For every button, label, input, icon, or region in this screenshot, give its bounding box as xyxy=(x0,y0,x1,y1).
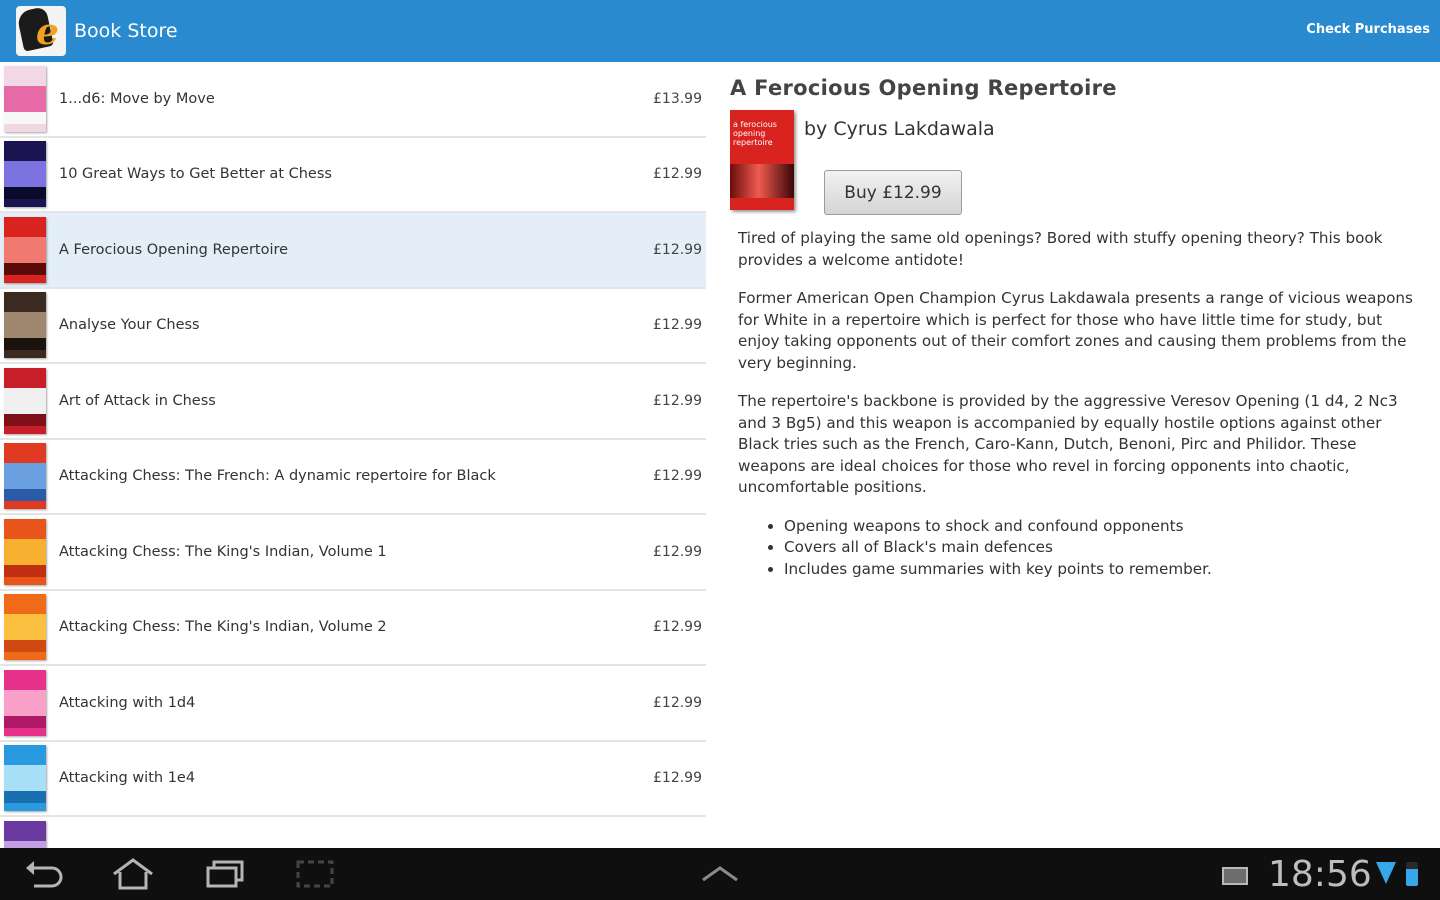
book-title: 1...d6: Move by Move xyxy=(59,90,215,107)
book-cover-thumbnail xyxy=(4,65,46,132)
home-icon[interactable] xyxy=(110,856,156,892)
book-price: £12.99 xyxy=(653,392,702,409)
book-list[interactable]: 1...d6: Move by Move £13.99 10 Great Ways … xyxy=(0,62,706,848)
system-bar: 18:56 xyxy=(0,848,1440,900)
status-clock[interactable]: 18:56 xyxy=(1268,854,1372,895)
book-title: Attacking Chess: The King's Indian, Volu… xyxy=(59,543,387,560)
buy-button[interactable]: Buy £12.99 xyxy=(824,170,962,215)
book-price: £12.99 xyxy=(653,694,702,711)
book-price: £12.99 xyxy=(653,166,702,183)
feature-item: Opening weapons to shock and confound op… xyxy=(784,516,1423,538)
book-price: £12.99 xyxy=(653,317,702,334)
app-title: Book Store xyxy=(74,20,178,42)
book-price: £12.99 xyxy=(653,468,702,485)
screenshot-icon[interactable] xyxy=(292,856,338,892)
book-title: A Ferocious Opening Repertoire xyxy=(59,241,289,258)
book-list-item[interactable]: Attacking Chess: The King's Indian, Volu… xyxy=(0,591,706,666)
book-cover-thumbnail xyxy=(4,443,46,510)
book-cover-thumbnail xyxy=(4,820,46,848)
battery-icon xyxy=(1406,862,1418,886)
book-price: £12.99 xyxy=(653,619,702,636)
description-paragraph: The repertoire's backbone is provided by… xyxy=(738,392,1398,496)
detail-cover-text: a ferocious opening repertoire xyxy=(733,120,777,147)
book-cover-thumbnail xyxy=(4,518,46,585)
check-purchases-button[interactable]: Check Purchases xyxy=(1306,22,1430,37)
book-price: £12.99 xyxy=(653,241,702,258)
book-title: 10 Great Ways to Get Better at Chess xyxy=(59,166,332,183)
wifi-icon xyxy=(1376,862,1396,884)
book-title: Attacking with 1e4 xyxy=(59,770,196,787)
detail-author: by Cyrus Lakdawala xyxy=(804,118,995,140)
feature-list: Opening weapons to shock and confound op… xyxy=(784,516,1423,581)
detail-description: Tired of playing the same old openings? … xyxy=(738,228,1423,580)
book-title: Attacking with 1d4 xyxy=(59,694,196,711)
feature-item: Includes game summaries with key points … xyxy=(784,559,1423,581)
app-logo-icon[interactable]: e xyxy=(16,6,66,56)
book-cover-thumbnail xyxy=(4,216,46,283)
book-list-item[interactable]: Attacking Chess: The French: A dynamic r… xyxy=(0,440,706,515)
book-price: £13.99 xyxy=(653,90,702,107)
detail-cover-image: a ferocious opening repertoire xyxy=(730,110,794,210)
book-title: Art of Attack in Chess xyxy=(59,392,216,409)
book-list-item[interactable] xyxy=(0,817,706,848)
book-cover-thumbnail xyxy=(4,745,46,812)
book-list-item[interactable]: 10 Great Ways to Get Better at Chess £12.… xyxy=(0,138,706,213)
book-list-item[interactable]: A Ferocious Opening Repertoire £12.99 xyxy=(0,213,706,289)
action-bar: e Book Store Check Purchases xyxy=(0,0,1440,62)
book-list-item[interactable]: Art of Attack in Chess £12.99 xyxy=(0,364,706,440)
recent-apps-icon[interactable] xyxy=(204,856,250,892)
detail-title: A Ferocious Opening Repertoire xyxy=(730,76,1117,100)
book-list-item[interactable]: Attacking with 1e4 £12.99 xyxy=(0,742,706,817)
feature-item: Covers all of Black's main defences xyxy=(784,537,1423,559)
chevron-up-icon[interactable] xyxy=(697,856,743,892)
book-list-item[interactable]: Attacking Chess: The King's Indian, Volu… xyxy=(0,515,706,591)
back-icon[interactable] xyxy=(22,856,68,892)
book-list-item[interactable]: Attacking with 1d4 £12.99 xyxy=(0,666,706,742)
book-title: Attacking Chess: The King's Indian, Volu… xyxy=(59,619,387,636)
book-cover-thumbnail xyxy=(4,367,46,434)
book-price: £12.99 xyxy=(653,770,702,787)
book-list-item[interactable]: Analyse Your Chess £12.99 xyxy=(0,289,706,364)
book-cover-thumbnail xyxy=(4,292,46,359)
description-paragraph: Former American Open Champion Cyrus Lakd… xyxy=(738,289,1413,372)
book-title: Analyse Your Chess xyxy=(59,317,200,334)
book-cover-thumbnail xyxy=(4,141,46,208)
book-cover-thumbnail xyxy=(4,669,46,736)
book-detail-pane: A Ferocious Opening Repertoire a ferocio… xyxy=(728,62,1428,848)
book-title: Attacking Chess: The French: A dynamic r… xyxy=(59,468,496,485)
description-paragraph: Tired of playing the same old openings? … xyxy=(738,229,1383,269)
mail-icon[interactable] xyxy=(1222,867,1248,885)
book-cover-thumbnail xyxy=(4,594,46,661)
book-price: £12.99 xyxy=(653,543,702,560)
book-list-item[interactable]: 1...d6: Move by Move £13.99 xyxy=(0,62,706,138)
